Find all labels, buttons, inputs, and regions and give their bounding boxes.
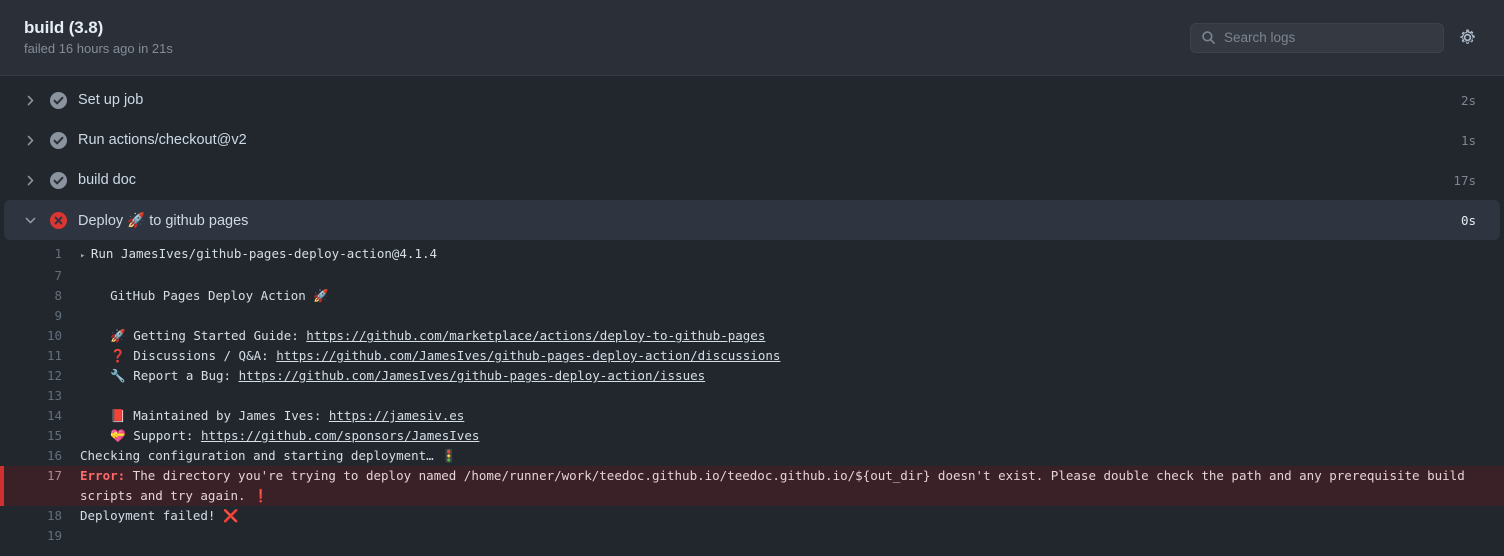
log-line-number: 7 — [18, 266, 80, 286]
x-circle-icon — [50, 212, 78, 229]
step-row[interactable]: Run actions/checkout@v2 1s — [4, 120, 1500, 160]
step-label: build doc — [78, 172, 1437, 188]
settings-button[interactable] — [1454, 25, 1480, 51]
log-line-number: 10 — [18, 326, 80, 346]
error-label: Error: — [80, 468, 125, 483]
page-title: build (3.8) — [24, 18, 1190, 38]
log-line-number: 9 — [18, 306, 80, 326]
log-line-content: 🔧 Report a Bug: https://github.com/James… — [80, 366, 1504, 386]
log-line-content: ❓ Discussions / Q&A: https://github.com/… — [80, 346, 1504, 366]
log-line-content: GitHub Pages Deploy Action 🚀 — [80, 286, 1504, 306]
log-line-number: 12 — [18, 366, 80, 386]
log-line-error: 17Error: The directory you're trying to … — [0, 466, 1504, 506]
job-header: build (3.8) failed 16 hours ago in 21s — [0, 0, 1504, 76]
step-label: Set up job — [78, 92, 1445, 108]
log-link[interactable]: https://jamesiv.es — [329, 408, 464, 423]
job-steps-list: Set up job 2s Run actions/checkout@v2 1s — [0, 76, 1504, 240]
log-line-number: 16 — [18, 446, 80, 466]
log-line-number: 13 — [18, 386, 80, 406]
step-row[interactable]: build doc 17s — [4, 160, 1500, 200]
log-link[interactable]: https://github.com/marketplace/actions/d… — [306, 328, 765, 343]
log-line-content: Checking configuration and starting depl… — [80, 446, 1504, 466]
log-line: 15 💝 Support: https://github.com/sponsor… — [0, 426, 1504, 446]
log-line: 7 — [0, 266, 1504, 286]
log-line: 13 — [0, 386, 1504, 406]
step-label: Deploy 🚀 to github pages — [78, 212, 1445, 229]
log-line-content: 📕 Maintained by James Ives: https://jame… — [80, 406, 1504, 426]
log-line-number: 14 — [18, 406, 80, 426]
search-icon — [1201, 30, 1216, 45]
log-line-number: 18 — [18, 506, 80, 526]
log-line: 9 — [0, 306, 1504, 326]
log-line-number: 11 — [18, 346, 80, 366]
chevron-right-icon[interactable] — [24, 94, 50, 107]
step-label: Run actions/checkout@v2 — [78, 132, 1445, 148]
header-actions — [1190, 23, 1480, 53]
log-line-content: 🚀 Getting Started Guide: https://github.… — [80, 326, 1504, 346]
check-circle-icon — [50, 172, 78, 189]
log-line: 10 🚀 Getting Started Guide: https://gith… — [0, 326, 1504, 346]
log-line: 12 🔧 Report a Bug: https://github.com/Ja… — [0, 366, 1504, 386]
log-line: 18Deployment failed! ❌ — [0, 506, 1504, 526]
log-line-content: ▸ Run JamesIves/github-pages-deploy-acti… — [80, 244, 1504, 266]
step-row[interactable]: Set up job 2s — [4, 80, 1500, 120]
log-line: 11 ❓ Discussions / Q&A: https://github.c… — [0, 346, 1504, 366]
log-line: 1▸ Run JamesIves/github-pages-deploy-act… — [0, 244, 1504, 266]
chevron-right-icon[interactable] — [24, 134, 50, 147]
check-circle-icon — [50, 132, 78, 149]
log-line-number: 15 — [18, 426, 80, 446]
expand-group-icon[interactable]: ▸ — [80, 251, 91, 261]
gear-icon — [1459, 29, 1476, 46]
job-log-viewer: build (3.8) failed 16 hours ago in 21s — [0, 0, 1504, 556]
job-header-titles: build (3.8) failed 16 hours ago in 21s — [24, 18, 1190, 57]
log-line-number: 19 — [18, 526, 80, 546]
log-line: 8 GitHub Pages Deploy Action 🚀 — [0, 286, 1504, 306]
step-row-deploy[interactable]: Deploy 🚀 to github pages 0s — [4, 200, 1500, 240]
log-link[interactable]: https://github.com/JamesIves/github-page… — [276, 348, 780, 363]
log-line-number: 8 — [18, 286, 80, 306]
log-line: 14 📕 Maintained by James Ives: https://j… — [0, 406, 1504, 426]
check-circle-icon — [50, 92, 78, 109]
log-line-number: 1 — [18, 244, 80, 264]
log-line-number: 17 — [18, 466, 80, 486]
search-input[interactable] — [1224, 30, 1433, 45]
step-duration: 2s — [1445, 93, 1476, 108]
log-output[interactable]: 1▸ Run JamesIves/github-pages-deploy-act… — [0, 240, 1504, 556]
chevron-down-icon[interactable] — [24, 214, 50, 227]
search-logs-box[interactable] — [1190, 23, 1444, 53]
log-line-content: 💝 Support: https://github.com/sponsors/J… — [80, 426, 1504, 446]
log-line: 16Checking configuration and starting de… — [0, 446, 1504, 466]
chevron-right-icon[interactable] — [24, 174, 50, 187]
step-duration: 17s — [1437, 173, 1476, 188]
step-duration: 1s — [1445, 133, 1476, 148]
log-line-content: Deployment failed! ❌ — [80, 506, 1504, 526]
log-link[interactable]: https://github.com/JamesIves/github-page… — [239, 368, 706, 383]
log-line-content: Error: The directory you're trying to de… — [80, 466, 1504, 506]
log-link[interactable]: https://github.com/sponsors/JamesIves — [201, 428, 479, 443]
log-line: 19 — [0, 526, 1504, 546]
step-duration: 0s — [1445, 213, 1476, 228]
job-status-summary: failed 16 hours ago in 21s — [24, 41, 1190, 57]
